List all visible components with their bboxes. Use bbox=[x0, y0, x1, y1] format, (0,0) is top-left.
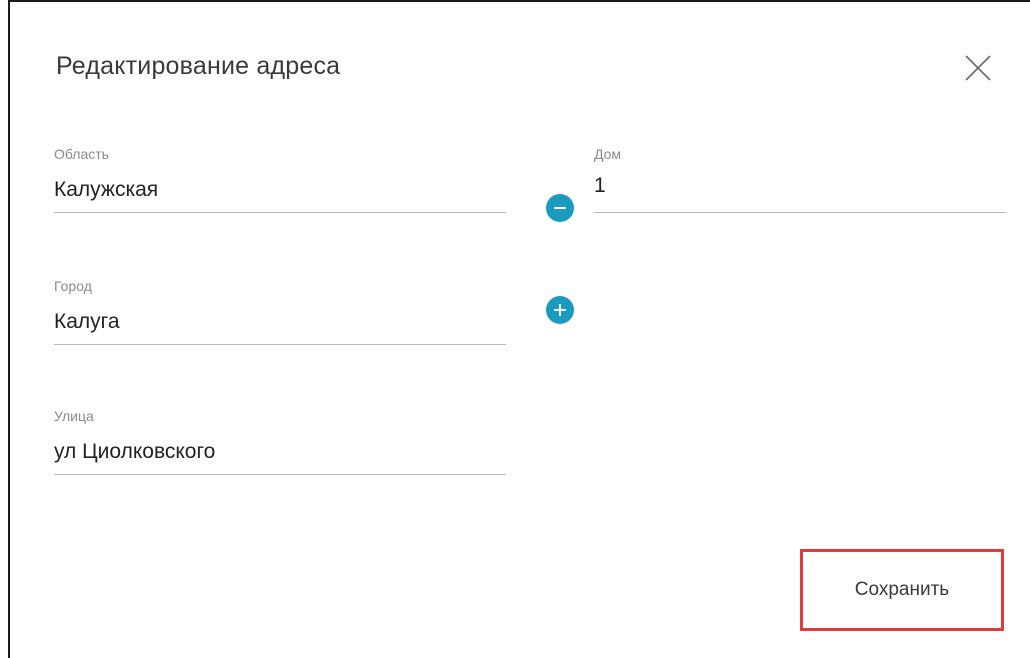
region-field: Область bbox=[54, 145, 506, 213]
house-field: Дом bbox=[594, 145, 1006, 213]
close-icon[interactable] bbox=[962, 52, 994, 84]
street-underline bbox=[54, 474, 506, 475]
street-field: Улица bbox=[54, 407, 506, 475]
address-edit-dialog: Редактирование адреса Область Дом Город … bbox=[8, 0, 1030, 658]
dialog-title: Редактирование адреса bbox=[56, 52, 341, 80]
city-label: Город bbox=[54, 278, 92, 294]
city-underline bbox=[54, 344, 506, 345]
save-button[interactable]: Сохранить bbox=[810, 558, 994, 622]
house-input[interactable] bbox=[594, 171, 1006, 201]
city-field: Город bbox=[54, 277, 506, 345]
region-input[interactable] bbox=[54, 175, 506, 205]
street-input[interactable] bbox=[54, 437, 506, 467]
street-label: Улица bbox=[54, 408, 94, 424]
minus-circle-icon[interactable] bbox=[546, 194, 574, 222]
region-label: Область bbox=[54, 146, 109, 162]
plus-circle-icon[interactable] bbox=[546, 296, 574, 324]
house-underline bbox=[594, 212, 1006, 213]
region-underline bbox=[54, 212, 506, 213]
house-label: Дом bbox=[594, 146, 622, 162]
city-input[interactable] bbox=[54, 307, 506, 337]
